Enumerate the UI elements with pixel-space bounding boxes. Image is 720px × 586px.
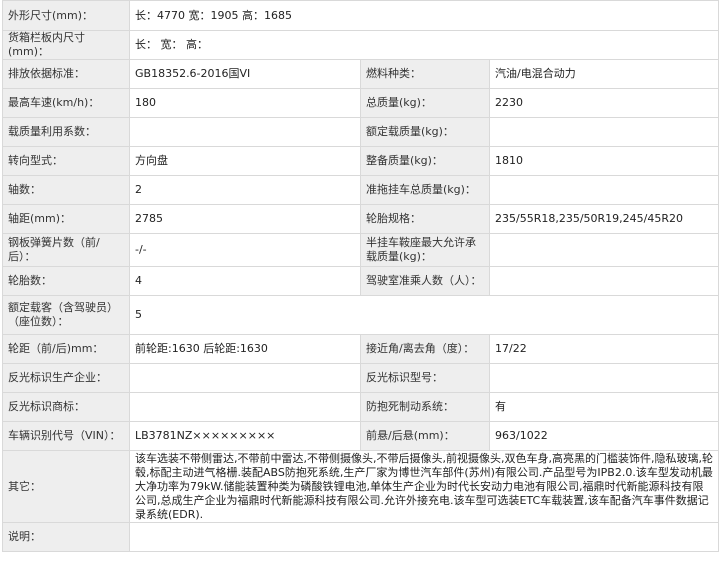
field-value bbox=[488, 266, 720, 296]
spec-row: 轮胎数： 4 驾驶室准乘人数（人）： bbox=[2, 266, 720, 296]
field-label: 轴距(mm)： bbox=[2, 204, 130, 234]
spec-row: 最高车速(km/h)： 180 总质量(kg)： 2230 bbox=[2, 88, 720, 118]
field-label: 最高车速(km/h)： bbox=[2, 88, 130, 118]
field-value: 235/55R18,235/50R19,245/45R20 bbox=[488, 204, 720, 234]
field-label: 钢板弹簧片数（前/后）： bbox=[2, 233, 130, 267]
field-value: 长： 宽： 高： bbox=[128, 30, 720, 60]
field-value bbox=[128, 522, 720, 552]
field-value bbox=[488, 175, 720, 205]
field-label: 轴数： bbox=[2, 175, 130, 205]
spec-row: 其它： 该车选装不带侧雷达,不带前中雷达,不带侧摄像头,不带后摄像头,前视摄像头,… bbox=[2, 450, 720, 523]
field-description: 该车选装不带侧雷达,不带前中雷达,不带侧摄像头,不带后摄像头,前视摄像头,双色车… bbox=[128, 450, 720, 523]
field-value: 1810 bbox=[488, 146, 720, 176]
spec-row: 外形尺寸(mm)： 长：4770 宽：1905 高：1685 bbox=[2, 0, 720, 31]
field-label: 轮胎数： bbox=[2, 266, 130, 296]
spec-table: 外形尺寸(mm)： 长：4770 宽：1905 高：1685 货箱栏板内尺寸(mm)… bbox=[2, 0, 720, 552]
field-label: 轮胎规格： bbox=[360, 204, 490, 234]
field-label: 轮距（前/后)mm： bbox=[2, 334, 130, 364]
spec-row: 反光标识商标： 防抱死制动系统：有 bbox=[2, 392, 720, 422]
field-value: LB3781NZ××××××××× bbox=[129, 421, 361, 451]
field-label: 驾驶室准乘人数（人）： bbox=[360, 266, 490, 296]
field-label: 总质量(kg)： bbox=[360, 88, 490, 118]
field-value: 180 bbox=[129, 88, 361, 118]
field-value: 有 bbox=[488, 392, 720, 422]
field-label: 转向型式： bbox=[2, 146, 130, 176]
field-value bbox=[488, 117, 720, 147]
field-value: 2 bbox=[129, 175, 361, 205]
field-value: 963/1022 bbox=[488, 421, 720, 451]
field-value: GB18352.6-2016国VI bbox=[129, 59, 361, 89]
spec-row: 转向型式： 方向盘 整备质量(kg)： 1810 bbox=[2, 146, 720, 176]
field-value: 长：4770 宽：1905 高：1685 bbox=[128, 0, 720, 31]
field-value: 方向盘 bbox=[129, 146, 361, 176]
field-value bbox=[488, 233, 720, 267]
field-label: 反光标识商标： bbox=[2, 392, 130, 422]
field-label: 额定载客（含驾驶员）（座位数）： bbox=[2, 295, 130, 335]
field-label: 反光标识生产企业： bbox=[2, 363, 130, 393]
spec-row: 钢板弹簧片数（前/后）： -/- 半挂车鞍座最大允许承载质量(kg)： bbox=[2, 233, 720, 267]
field-value: -/- bbox=[129, 233, 361, 267]
spec-row: 轴数： 2 准拖挂车总质量(kg)： bbox=[2, 175, 720, 205]
field-value: 汽油/电混合动力 bbox=[488, 59, 720, 89]
field-label: 接近角/离去角（度）： bbox=[360, 334, 490, 364]
vehicle-spec-sheet: 外形尺寸(mm)： 长：4770 宽：1905 高：1685 货箱栏板内尺寸(mm)… bbox=[0, 0, 720, 586]
field-label: 燃料种类： bbox=[360, 59, 490, 89]
spec-row: 货箱栏板内尺寸(mm)： 长： 宽： 高： bbox=[2, 30, 720, 60]
field-label: 外形尺寸(mm)： bbox=[2, 0, 130, 31]
field-label: 额定载质量(kg)： bbox=[360, 117, 490, 147]
field-value: 5 bbox=[128, 295, 720, 335]
field-value: 17/22 bbox=[488, 334, 720, 364]
spec-row: 轴距(mm)： 2785 轮胎规格： 235/55R18,235/50R19,245/… bbox=[2, 204, 720, 234]
field-label: 反光标识型号： bbox=[360, 363, 490, 393]
field-label: 载质量利用系数： bbox=[2, 117, 130, 147]
spec-row: 载质量利用系数： 额定载质量(kg)： bbox=[2, 117, 720, 147]
field-label: 整备质量(kg)： bbox=[360, 146, 490, 176]
field-value bbox=[488, 363, 720, 393]
spec-row: 车辆识别代号（VIN）： LB3781NZ××××××××× 前悬/后悬(mm)： 9… bbox=[2, 421, 720, 451]
field-label: 说明： bbox=[2, 522, 130, 552]
spec-row: 额定载客（含驾驶员）（座位数）： 5 bbox=[2, 295, 720, 335]
field-label: 半挂车鞍座最大允许承载质量(kg)： bbox=[360, 233, 490, 267]
field-label: 其它： bbox=[2, 450, 130, 523]
field-value: 4 bbox=[129, 266, 361, 296]
field-value bbox=[129, 392, 361, 422]
spec-row: 轮距（前/后)mm： 前轮距:1630 后轮距:1630 接近角/离去角（度）： 17… bbox=[2, 334, 720, 364]
field-value: 前轮距:1630 后轮距:1630 bbox=[129, 334, 361, 364]
field-value bbox=[129, 363, 361, 393]
field-label: 前悬/后悬(mm)： bbox=[360, 421, 490, 451]
spec-row: 反光标识生产企业： 反光标识型号： bbox=[2, 363, 720, 393]
spec-row: 排放依据标准： GB18352.6-2016国VI 燃料种类： 汽油/电混合动力 bbox=[2, 59, 720, 89]
field-label: 货箱栏板内尺寸(mm)： bbox=[2, 30, 130, 60]
field-value bbox=[129, 117, 361, 147]
field-value: 2230 bbox=[488, 88, 720, 118]
field-label: 车辆识别代号（VIN）： bbox=[2, 421, 130, 451]
spec-row: 说明： bbox=[2, 522, 720, 552]
field-value: 2785 bbox=[129, 204, 361, 234]
field-label: 排放依据标准： bbox=[2, 59, 130, 89]
field-label: 准拖挂车总质量(kg)： bbox=[360, 175, 490, 205]
field-label: 防抱死制动系统： bbox=[360, 392, 490, 422]
